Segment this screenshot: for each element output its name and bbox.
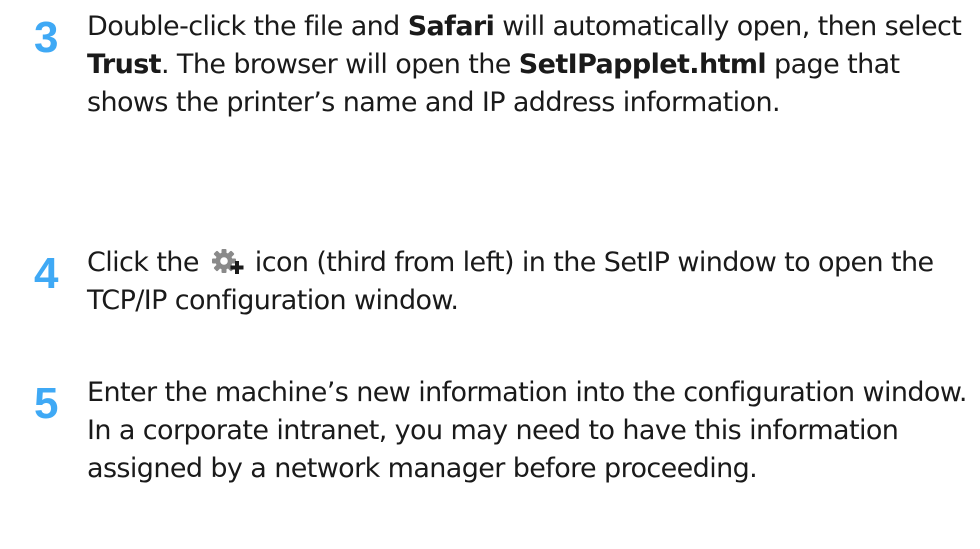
step-text-segment: will automatically open, then select bbox=[494, 11, 962, 42]
trust-option-label: Trust bbox=[87, 49, 162, 80]
step-text-segment: Double-click the file and bbox=[87, 11, 408, 42]
step-number: 4 bbox=[34, 249, 59, 298]
step-text-segment: Click the bbox=[87, 247, 207, 278]
step-number: 3 bbox=[34, 13, 59, 62]
step-text: Double-click the file and Safari will au… bbox=[87, 8, 977, 122]
file-name: SetIPapplet.html bbox=[518, 49, 767, 80]
step-text-segment: . The browser will open the bbox=[160, 49, 519, 80]
step-number: 5 bbox=[34, 379, 59, 428]
step-text: Enter the machine’s new information into… bbox=[87, 377, 967, 484]
step-text: Click the icon (third from left) in the … bbox=[87, 244, 977, 320]
gear-plus-icon bbox=[209, 248, 245, 276]
app-name-safari: Safari bbox=[407, 11, 495, 42]
